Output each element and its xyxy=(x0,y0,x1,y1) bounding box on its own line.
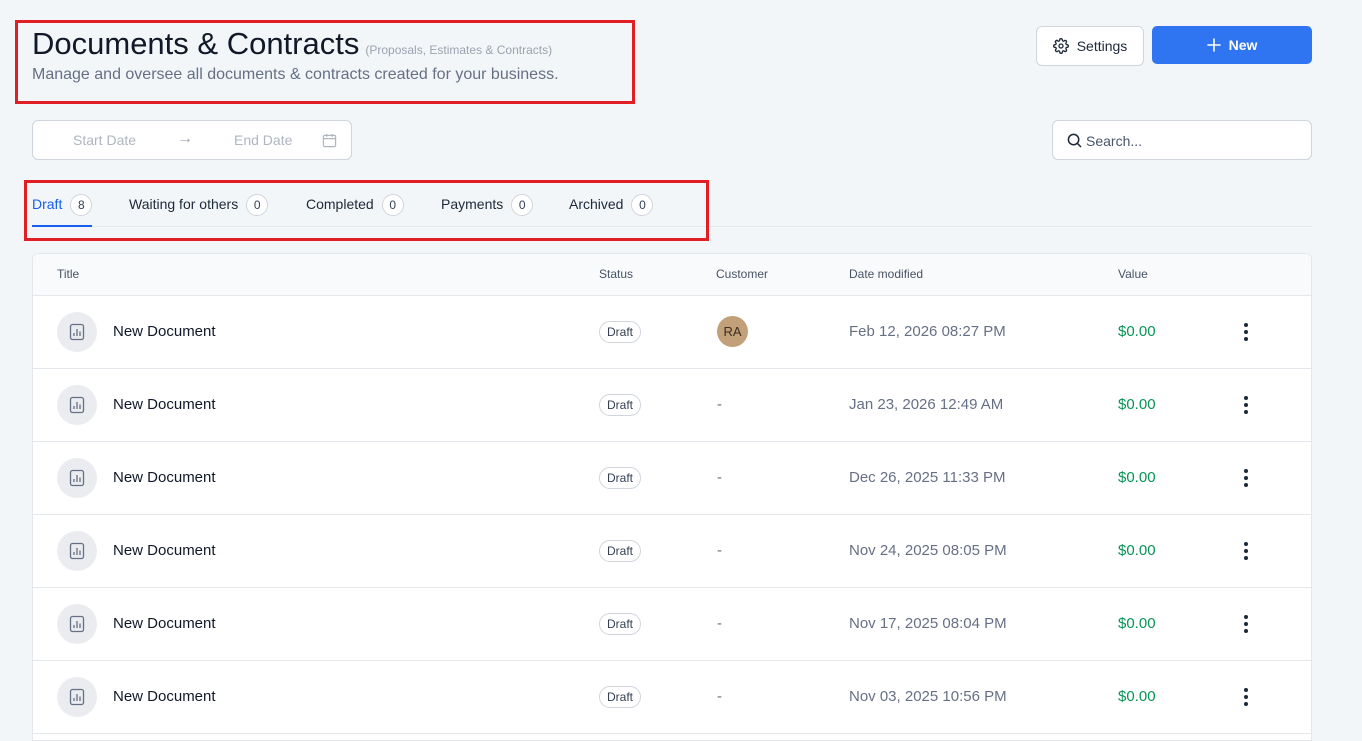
search-icon xyxy=(1067,133,1082,148)
document-value: $0.00 xyxy=(1118,542,1156,559)
document-chart-icon xyxy=(57,604,97,644)
column-header-title[interactable]: Title xyxy=(57,267,79,281)
date-range-picker[interactable]: Start Date → End Date xyxy=(32,120,352,160)
more-vertical-icon[interactable] xyxy=(1236,466,1256,490)
calendar-icon[interactable] xyxy=(322,133,337,148)
start-date-input[interactable]: Start Date xyxy=(73,132,136,148)
table-row[interactable]: New Document Draft - Dec 26, 2025 11:33 … xyxy=(33,442,1311,515)
document-value: $0.00 xyxy=(1118,688,1156,705)
document-value: $0.00 xyxy=(1118,469,1156,486)
customer-empty: - xyxy=(717,469,722,486)
status-badge: Draft xyxy=(599,321,642,343)
table-row[interactable]: New Document Draft - Nov 03, 2025 10:56 … xyxy=(33,661,1311,734)
table-header: Title Status Customer Date modified Valu… xyxy=(33,254,1311,296)
document-value: $0.00 xyxy=(1118,323,1156,340)
tab-count-badge: 0 xyxy=(246,194,269,216)
customer-empty: - xyxy=(717,542,722,559)
search-input[interactable] xyxy=(1086,130,1296,152)
more-vertical-icon[interactable] xyxy=(1236,393,1256,417)
date-modified: Dec 26, 2025 11:33 PM xyxy=(849,469,1006,486)
tab-count-badge: 0 xyxy=(381,194,404,216)
document-chart-icon xyxy=(57,677,97,717)
customer-empty: - xyxy=(717,688,722,705)
new-button-label: New xyxy=(1228,37,1258,53)
tab-completed[interactable]: Completed 0 xyxy=(306,194,404,227)
table-row[interactable]: New Document Draft - Jan 23, 2026 12:49 … xyxy=(33,369,1311,442)
document-title-link[interactable]: New Document xyxy=(113,469,216,486)
end-date-input[interactable]: End Date xyxy=(234,132,292,148)
tab-count-badge: 0 xyxy=(511,194,534,216)
table-row[interactable]: New Document Draft - Nov 24, 2025 08:05 … xyxy=(33,515,1311,588)
document-chart-icon xyxy=(57,312,97,352)
document-chart-icon xyxy=(57,531,97,571)
tab-count-badge: 0 xyxy=(631,194,654,216)
tab-count-badge: 8 xyxy=(70,194,93,216)
date-modified: Feb 12, 2026 08:27 PM xyxy=(849,323,1006,340)
page-title-note: (Proposals, Estimates & Contracts) xyxy=(365,43,553,57)
table-row[interactable]: New Document Draft - Nov 17, 2025 08:04 … xyxy=(33,588,1311,661)
more-vertical-icon[interactable] xyxy=(1236,539,1256,563)
status-badge: Draft xyxy=(599,467,642,489)
more-vertical-icon[interactable] xyxy=(1236,612,1256,636)
customer-avatar[interactable]: RA xyxy=(717,316,748,347)
document-title-link[interactable]: New Document xyxy=(113,323,216,340)
document-value: $0.00 xyxy=(1118,396,1156,413)
documents-table: Title Status Customer Date modified Valu… xyxy=(32,253,1312,741)
document-value: $0.00 xyxy=(1118,615,1156,632)
more-vertical-icon[interactable] xyxy=(1236,320,1256,344)
status-badge: Draft xyxy=(599,613,642,635)
date-modified: Nov 17, 2025 08:04 PM xyxy=(849,615,1007,632)
document-title-link[interactable]: New Document xyxy=(113,688,216,705)
document-title-link[interactable]: New Document xyxy=(113,542,216,559)
table-row[interactable]: New Document Draft RA Feb 12, 2026 08:27… xyxy=(33,296,1311,369)
tab-label: Waiting for others xyxy=(129,196,239,212)
tab-label: Payments xyxy=(441,196,504,212)
status-badge: Draft xyxy=(599,394,642,416)
settings-button-label: Settings xyxy=(1076,38,1128,54)
page-title-text: Documents & Contracts xyxy=(32,26,360,61)
date-modified: Nov 03, 2025 10:56 PM xyxy=(849,688,1007,705)
document-title-link[interactable]: New Document xyxy=(113,396,216,413)
tab-label: Draft xyxy=(32,196,63,212)
column-header-status[interactable]: Status xyxy=(599,267,633,281)
page-title: Documents & Contracts (Proposals, Estima… xyxy=(32,26,552,62)
column-header-value[interactable]: Value xyxy=(1118,267,1148,281)
arrow-right-icon: → xyxy=(177,130,193,147)
settings-button[interactable]: Settings xyxy=(1036,26,1144,66)
tab-label: Archived xyxy=(569,196,624,212)
status-badge: Draft xyxy=(599,540,642,562)
tab-waiting-for-others[interactable]: Waiting for others 0 xyxy=(129,194,269,227)
customer-empty: - xyxy=(717,396,722,413)
tab-draft[interactable]: Draft 8 xyxy=(32,194,93,227)
plus-icon xyxy=(1206,38,1221,52)
customer-empty: - xyxy=(717,615,722,632)
document-chart-icon xyxy=(57,458,97,498)
gear-icon xyxy=(1052,38,1069,54)
date-modified: Jan 23, 2026 12:49 AM xyxy=(849,396,1004,413)
column-header-date-modified[interactable]: Date modified xyxy=(849,267,923,281)
tab-payments[interactable]: Payments 0 xyxy=(441,194,534,227)
tab-label: Completed xyxy=(306,196,374,212)
tab-archived[interactable]: Archived 0 xyxy=(569,194,654,227)
date-modified: Nov 24, 2025 08:05 PM xyxy=(849,542,1007,559)
column-header-customer[interactable]: Customer xyxy=(716,267,768,281)
new-document-button[interactable]: New xyxy=(1152,26,1312,64)
more-vertical-icon[interactable] xyxy=(1236,685,1256,709)
search-box[interactable] xyxy=(1052,120,1312,160)
status-badge: Draft xyxy=(599,686,642,708)
page-description: Manage and oversee all documents & contr… xyxy=(32,66,559,83)
document-chart-icon xyxy=(57,385,97,425)
document-title-link[interactable]: New Document xyxy=(113,615,216,632)
